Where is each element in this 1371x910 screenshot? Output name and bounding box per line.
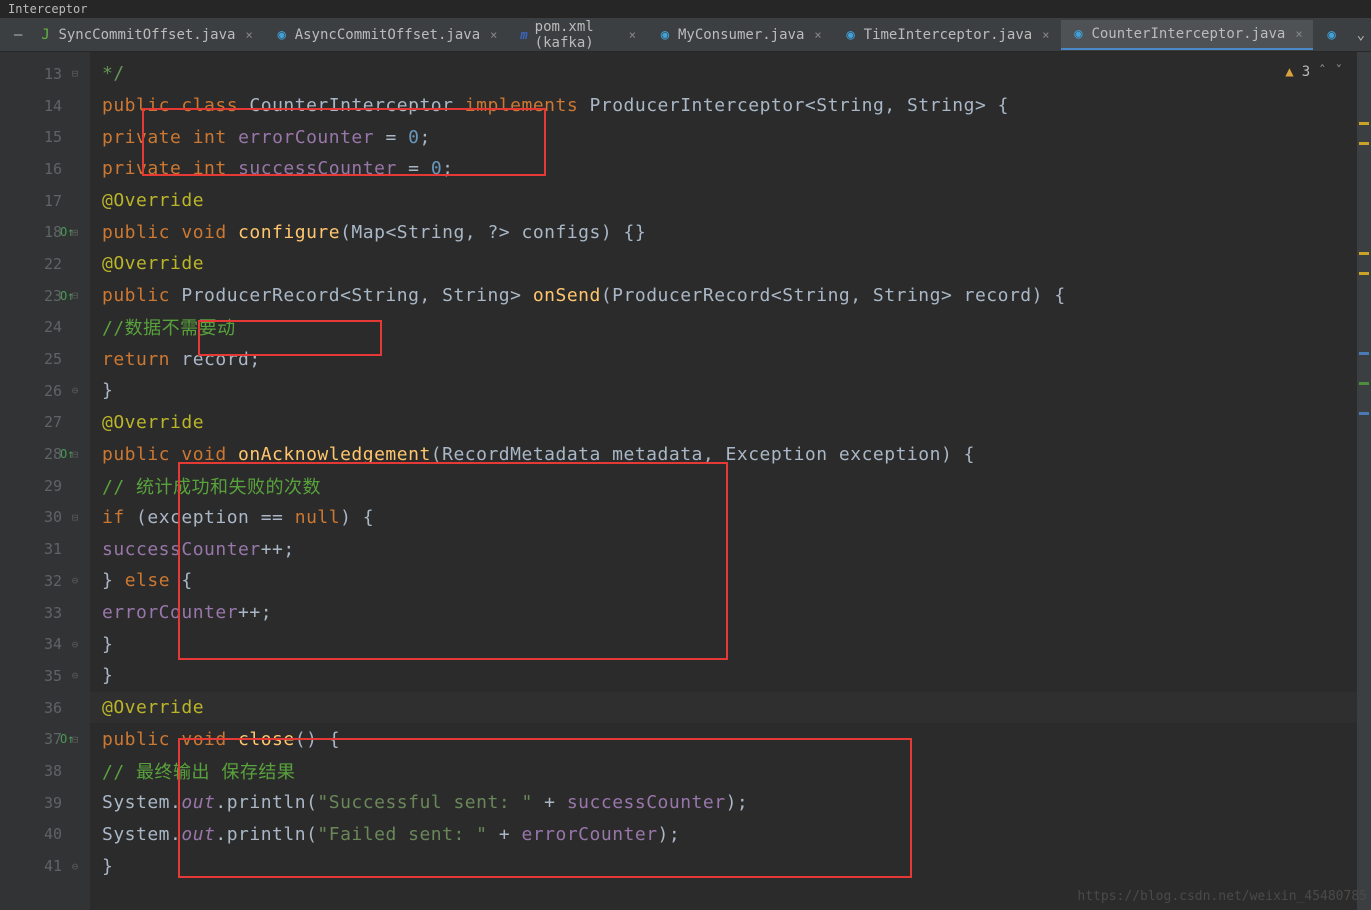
fold-icon[interactable]: ⊟ (64, 289, 86, 302)
fold-icon[interactable]: ⊟ (64, 67, 86, 80)
class-file-icon: ◉ (844, 28, 858, 42)
line-number: 34 (44, 635, 62, 653)
class-file-icon: ◉ (275, 28, 289, 42)
line-number: 36 (44, 699, 62, 717)
class-file-icon: ◉ (1325, 28, 1339, 42)
java-file-icon: J (38, 28, 52, 42)
line-number: 41 (44, 857, 62, 875)
line-number: 27 (44, 413, 62, 431)
close-icon[interactable]: × (629, 28, 636, 42)
fold-icon[interactable]: ⊞ (64, 226, 86, 239)
line-number: 17 (44, 192, 62, 210)
error-stripe[interactable] (1357, 52, 1371, 910)
line-number: 16 (44, 160, 62, 178)
gutter[interactable]: 13⊟ 14 15 16 17 O↑18⊞ 22 O↑23⊟ 24 25 26⊖… (0, 52, 90, 910)
tab-time-interceptor[interactable]: ◉ TimeInterceptor.java × (834, 20, 1060, 50)
line-number: 13 (44, 65, 62, 83)
tab-my-consumer[interactable]: ◉ MyConsumer.java × (648, 20, 832, 50)
line-number: 30 (44, 508, 62, 526)
tab-label: SyncCommitOffset.java (58, 27, 235, 43)
maven-file-icon: m (519, 28, 528, 42)
tab-overflow-dropdown-icon[interactable]: ⌄ (1351, 27, 1371, 43)
tab-async-commit[interactable]: ◉ AsyncCommitOffset.java × (265, 20, 508, 50)
tab-sync-commit[interactable]: J SyncCommitOffset.java × (28, 20, 262, 50)
tab-overflow-left-icon[interactable]: — (8, 27, 28, 43)
prev-highlight-icon[interactable]: ˆ (1318, 64, 1326, 80)
fold-icon[interactable]: ⊖ (64, 638, 86, 651)
line-number: 29 (44, 477, 62, 495)
line-number: 32 (44, 572, 62, 590)
fold-icon[interactable]: ⊖ (64, 574, 86, 587)
line-number: 26 (44, 382, 62, 400)
class-file-icon: ◉ (658, 28, 672, 42)
tab-label: pom.xml (kafka) (535, 19, 619, 51)
close-icon[interactable]: × (814, 28, 821, 42)
line-number: 35 (44, 667, 62, 685)
line-number: 39 (44, 794, 62, 812)
line-number: 24 (44, 318, 62, 336)
tab-bar: — J SyncCommitOffset.java × ◉ AsyncCommi… (0, 18, 1371, 52)
inspection-summary[interactable]: ▲ 3 ˆ ˇ (1285, 64, 1343, 80)
code-text: */ (102, 63, 125, 84)
editor-area: 13⊟ 14 15 16 17 O↑18⊞ 22 O↑23⊟ 24 25 26⊖… (0, 52, 1371, 910)
line-number: 15 (44, 128, 62, 146)
line-number: 33 (44, 604, 62, 622)
close-icon[interactable]: × (245, 28, 252, 42)
watermark-text: https://blog.csdn.net/weixin_45480785 (1077, 889, 1367, 904)
line-number: 40 (44, 825, 62, 843)
fold-icon[interactable]: ⊖ (64, 860, 86, 873)
tab-extra[interactable]: ◉ (1315, 20, 1349, 50)
tab-counter-interceptor[interactable]: ◉ CounterInterceptor.java × (1061, 20, 1312, 50)
window-title: Interceptor (8, 2, 87, 16)
tab-label: CounterInterceptor.java (1091, 26, 1285, 42)
close-icon[interactable]: × (1295, 27, 1302, 41)
next-highlight-icon[interactable]: ˇ (1335, 64, 1343, 80)
fold-icon[interactable]: ⊖ (64, 669, 86, 682)
code-area[interactable]: */ public class CounterInterceptor imple… (90, 52, 1371, 910)
line-number: 14 (44, 97, 62, 115)
fold-icon[interactable]: ⊟ (64, 511, 86, 524)
close-icon[interactable]: × (1042, 28, 1049, 42)
window-titlebar: Interceptor (0, 0, 1371, 18)
fold-icon[interactable]: ⊟ (64, 733, 86, 746)
line-number: 22 (44, 255, 62, 273)
tab-label: MyConsumer.java (678, 27, 804, 43)
line-number: 25 (44, 350, 62, 368)
line-number: 31 (44, 540, 62, 558)
fold-icon[interactable]: ⊖ (64, 384, 86, 397)
fold-icon[interactable]: ⊟ (64, 448, 86, 461)
warning-icon: ▲ (1285, 64, 1293, 80)
line-number: 38 (44, 762, 62, 780)
tab-label: AsyncCommitOffset.java (295, 27, 480, 43)
close-icon[interactable]: × (490, 28, 497, 42)
tab-pom[interactable]: m pom.xml (kafka) × (509, 20, 646, 50)
class-file-icon: ◉ (1071, 27, 1085, 41)
tab-label: TimeInterceptor.java (864, 27, 1033, 43)
warning-count: 3 (1302, 64, 1310, 80)
